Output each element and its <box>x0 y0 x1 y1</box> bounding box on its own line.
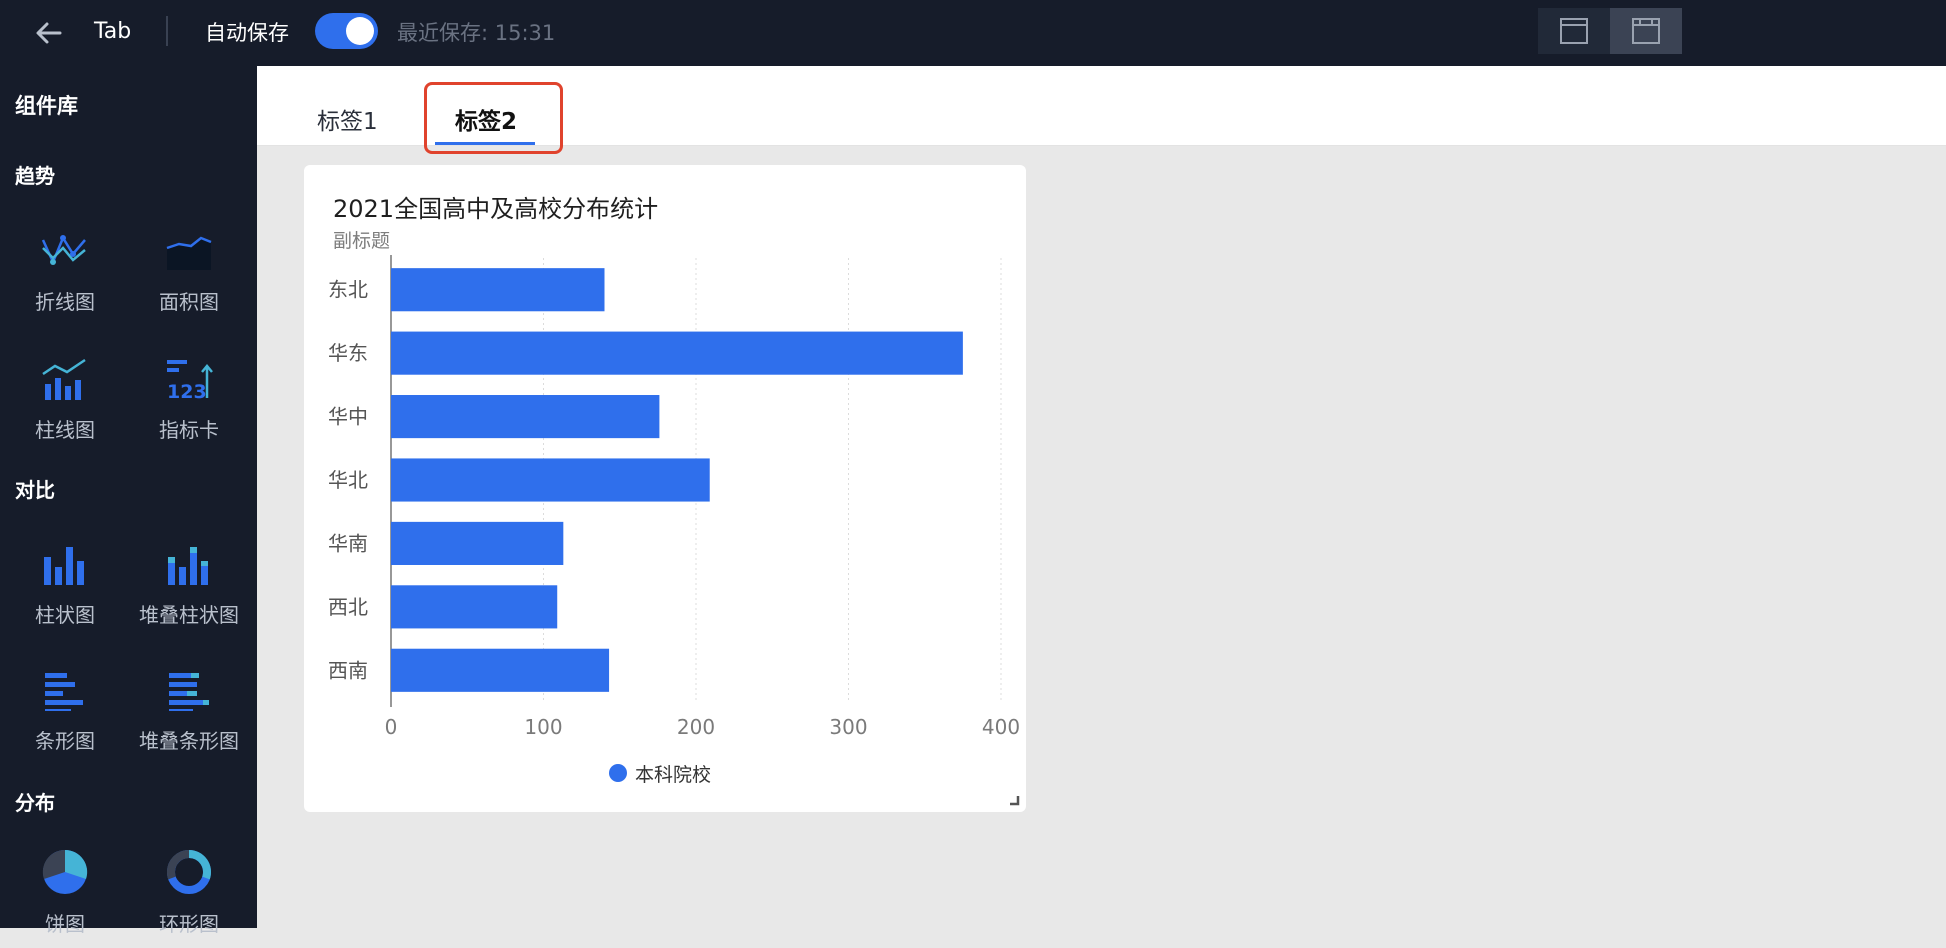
category-label: 西南 <box>328 658 368 682</box>
category-label: 华北 <box>328 468 368 492</box>
resize-handle-icon[interactable] <box>1008 794 1020 806</box>
category-label: 华中 <box>328 405 368 429</box>
sidebar-item-label: 柱状图 <box>35 603 95 627</box>
column-chart-icon <box>44 547 84 585</box>
sidebar-item-label: 折线图 <box>35 290 95 314</box>
component-library-sidebar: 组件库 趋势 折线图 面积图 柱线图 123 指标卡 对比 柱状图 堆叠柱状图 … <box>0 66 257 936</box>
divider <box>166 16 168 46</box>
sidebar-item-label: 指标卡 <box>159 418 219 442</box>
chart-legend[interactable]: 本科院校 <box>609 761 712 786</box>
section-compare: 对比 <box>15 478 55 502</box>
window-icon <box>1560 18 1588 44</box>
section-trend: 趋势 <box>15 164 55 188</box>
category-label: 华东 <box>328 341 368 365</box>
bar-chart-icon <box>45 673 83 711</box>
sidebar-item-pie-chart[interactable]: 饼图 <box>0 848 130 948</box>
sidebar-item-bar-chart[interactable]: 条形图 <box>0 669 130 769</box>
x-tick-label: 100 <box>524 715 562 739</box>
sidebar-item-label: 堆叠柱状图 <box>139 603 239 627</box>
bar <box>391 521 564 565</box>
bar <box>391 648 610 692</box>
legend-label: 本科院校 <box>635 763 712 786</box>
top-bar: Tab 自动保存 最近保存: 15:31 <box>0 0 1946 66</box>
sidebar-item-donut-chart[interactable]: 环形图 <box>124 848 254 948</box>
sidebar-item-stacked-column-chart[interactable]: 堆叠柱状图 <box>124 543 254 643</box>
x-tick-label: 0 <box>385 715 398 739</box>
layout-tab-button[interactable] <box>1610 8 1682 54</box>
bar <box>391 458 710 502</box>
page-title: Tab <box>94 19 132 44</box>
pie-chart-icon <box>42 849 88 894</box>
sidebar-item-bar-line-chart[interactable]: 柱线图 <box>0 358 130 458</box>
stacked-column-chart-icon <box>168 547 208 585</box>
sidebar-item-label: 条形图 <box>35 729 95 753</box>
layout-window-button[interactable] <box>1538 8 1610 54</box>
kpi-card-icon: 123 <box>167 360 213 400</box>
bar-chart: 0 100 200 300 400 东北华东华中华北华南西北西南 <box>328 255 1020 739</box>
sidebar-item-label: 环形图 <box>159 912 219 936</box>
active-tab-highlight-box <box>424 82 563 154</box>
x-tick-label: 300 <box>829 715 867 739</box>
sidebar-item-kpi-card[interactable]: 123 指标卡 <box>124 358 254 458</box>
section-distribution: 分布 <box>15 791 55 815</box>
category-label: 东北 <box>328 278 368 302</box>
area-chart-icon <box>166 236 212 270</box>
sidebar-item-column-chart[interactable]: 柱状图 <box>0 543 130 643</box>
autosave-label: 自动保存 <box>205 21 289 45</box>
autosave-toggle[interactable] <box>315 13 378 49</box>
donut-chart-icon <box>166 849 212 894</box>
last-saved-status: 最近保存: 15:31 <box>397 21 556 45</box>
bar <box>391 268 605 312</box>
sidebar-item-label: 柱线图 <box>35 418 95 442</box>
sidebar-item-label: 面积图 <box>159 290 219 314</box>
bar <box>391 395 660 439</box>
chart-card[interactable]: 2021全国高中及高校分布统计 副标题 0 100 200 300 400 东北 华东 华中华… <box>304 165 1026 812</box>
sidebar-item-stacked-bar-chart[interactable]: 堆叠条形图 <box>124 669 254 769</box>
sidebar-item-label: 饼图 <box>45 912 85 936</box>
svg-text:123: 123 <box>167 381 207 400</box>
line-chart-icon <box>41 235 86 266</box>
toggle-knob <box>346 17 374 45</box>
bar-line-chart-icon <box>42 358 86 400</box>
sidebar-item-area-chart[interactable]: 面积图 <box>124 230 254 330</box>
category-label: 西北 <box>328 595 368 619</box>
legend-swatch <box>609 764 627 782</box>
x-tick-label: 400 <box>982 715 1020 739</box>
stacked-bar-chart-icon <box>169 673 209 711</box>
bar <box>391 585 558 629</box>
back-arrow-icon[interactable] <box>32 16 66 50</box>
tab-window-icon <box>1632 18 1660 44</box>
bar <box>391 331 963 375</box>
sidebar-item-line-chart[interactable]: 折线图 <box>0 230 130 330</box>
category-label: 华南 <box>328 531 368 555</box>
tab-label-1[interactable]: 标签1 <box>317 102 378 136</box>
sidebar-item-label: 堆叠条形图 <box>139 729 239 753</box>
sidebar-title: 组件库 <box>15 94 78 118</box>
x-tick-label: 200 <box>677 715 715 739</box>
